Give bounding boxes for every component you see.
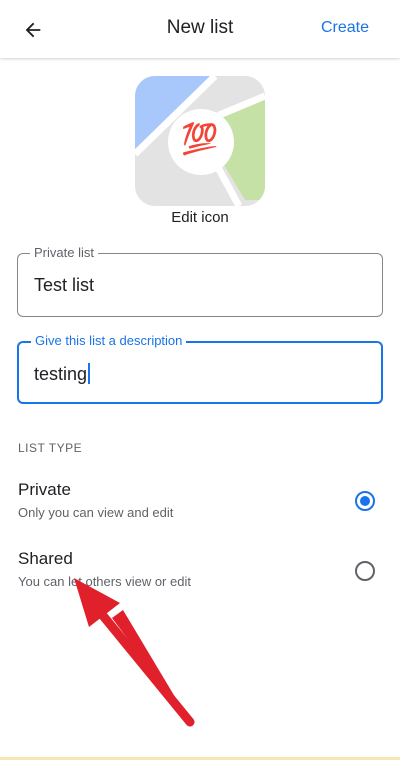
list-name-value: Test list	[34, 275, 95, 295]
list-type-shared[interactable]: Shared You can let others view or edit	[0, 540, 400, 600]
list-name-field[interactable]: Private list Test list	[17, 245, 383, 317]
description-label: Give this list a description	[31, 333, 187, 349]
description-value: testing	[34, 364, 88, 384]
option-title: Shared	[18, 549, 73, 568]
edit-icon-label[interactable]: Edit icon	[0, 209, 400, 226]
list-name-label: Private list	[30, 245, 98, 261]
radio-selected[interactable]	[355, 491, 375, 511]
list-type-heading: LIST TYPE	[18, 441, 83, 455]
option-subtitle: You can let others view or edit	[18, 574, 191, 589]
description-field[interactable]: Give this list a description testing	[17, 333, 383, 404]
option-subtitle: Only you can view and edit	[18, 505, 174, 520]
app-bar: New list Create	[0, 0, 400, 58]
option-title: Private	[18, 480, 71, 499]
text-cursor	[88, 363, 91, 384]
create-button[interactable]: Create	[321, 19, 369, 37]
list-icon[interactable]: 💯	[135, 76, 265, 206]
emoji-hundred: 💯	[181, 123, 219, 156]
list-type-private[interactable]: Private Only you can view and edit	[0, 470, 400, 530]
radio-unselected[interactable]	[355, 561, 375, 581]
